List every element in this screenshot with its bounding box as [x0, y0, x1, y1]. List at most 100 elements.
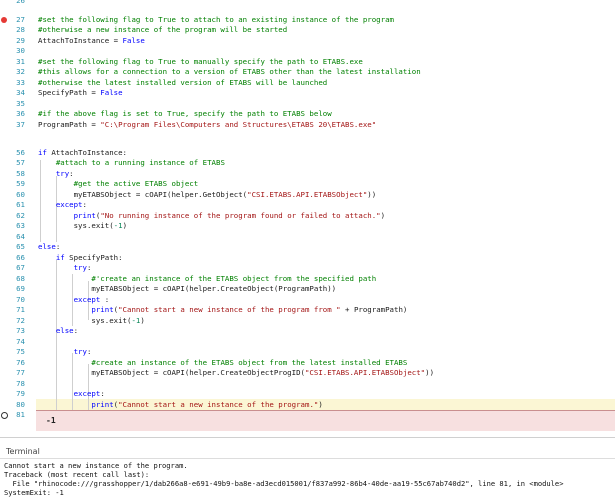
- code-line[interactable]: 75 try:: [0, 347, 615, 357]
- code-line[interactable]: 26: [0, 0, 615, 6]
- code-token: if: [38, 148, 47, 157]
- terminal-divider: [0, 458, 615, 459]
- code-token: ): [140, 316, 145, 325]
- code-line[interactable]: 80 print("Cannot start a new instance of…: [0, 400, 615, 410]
- line-number: 57: [16, 158, 25, 167]
- code-text: #set the following flag to True to manua…: [38, 57, 363, 67]
- code-line[interactable]: 72 sys.exit(-1): [0, 316, 615, 326]
- code-token: :: [100, 295, 110, 304]
- code-line[interactable]: 31 #set the following flag to True to man…: [0, 57, 615, 67]
- code-token: )): [367, 190, 377, 199]
- code-line[interactable]: 58 try:: [0, 169, 615, 179]
- code-line[interactable]: 36 #if the above flag is set to True, spe…: [0, 109, 615, 119]
- code-token: if: [55, 253, 65, 262]
- line-number: 61: [16, 200, 25, 209]
- code-token: #otherwise the latest installed version …: [38, 78, 328, 87]
- line-number: 34: [16, 88, 25, 97]
- line-number: 77: [16, 368, 25, 377]
- code-line[interactable]: 79 except:: [0, 389, 615, 399]
- code-text: AttachToInstance = False: [38, 36, 145, 46]
- code-line[interactable]: 63 sys.exit(-1): [0, 221, 615, 231]
- code-line[interactable]: 62 print("No running instance of the pro…: [0, 211, 615, 221]
- code-text: myETABSObject = cOAPI(helper.CreateObjec…: [38, 368, 434, 378]
- code-line[interactable]: 61 except:: [0, 200, 615, 210]
- code-line[interactable]: 78: [0, 379, 615, 389]
- code-text: print("Cannot start a new instance of th…: [38, 305, 407, 315]
- line-number: 26: [16, 0, 25, 5]
- code-token: "Cannot start a new instance of the prog…: [118, 400, 319, 409]
- line-number: 78: [16, 379, 25, 388]
- code-line[interactable]: 37 ProgramPath = "C:\Program Files\Comput…: [0, 120, 615, 130]
- code-line[interactable]: 32 #this allows for a connection to a ver…: [0, 67, 615, 77]
- code-text: myETABSObject = cOAPI(helper.CreateObjec…: [38, 284, 336, 294]
- code-token: :: [82, 200, 87, 209]
- code-line[interactable]: 60 myETABSObject = cOAPI(helper.GetObjec…: [0, 190, 615, 200]
- code-token: :: [69, 169, 74, 178]
- code-token: "C:\Program Files\Computers and Structur…: [100, 120, 377, 129]
- line-number: 31: [16, 57, 25, 66]
- code-line[interactable]: 57 #attach to a running instance of ETAB…: [0, 158, 615, 168]
- code-token: #set the following flag to True to manua…: [38, 57, 363, 66]
- code-line[interactable]: 77 myETABSObject = cOAPI(helper.CreateOb…: [0, 368, 615, 378]
- line-number: 36: [16, 109, 25, 118]
- code-line[interactable]: 73 else:: [0, 326, 615, 336]
- code-line[interactable]: 67 try:: [0, 263, 615, 273]
- code-line[interactable]: 70 except :: [0, 295, 615, 305]
- code-token: "CSI.ETABS.API.ETABSObject": [247, 190, 368, 199]
- code-token: + ProgramPath): [340, 305, 408, 314]
- line-number: 70: [16, 295, 25, 304]
- code-line[interactable]: 65 else:: [0, 242, 615, 252]
- code-line[interactable]: 66 if SpecifyPath:: [0, 253, 615, 263]
- line-number: 66: [16, 253, 25, 262]
- line-number: 63: [16, 221, 25, 230]
- code-line[interactable]: 29 AttachToInstance = False: [0, 36, 615, 46]
- code-line[interactable]: 28 #otherwise a new instance of the progr…: [0, 25, 615, 35]
- code-line[interactable]: 69 myETABSObject = cOAPI(helper.CreateOb…: [0, 284, 615, 294]
- terminal-panel[interactable]: Terminal Cannot start a new instance of …: [0, 437, 615, 501]
- code-token: #set the following flag to True to attac…: [38, 15, 394, 24]
- code-editor[interactable]: 26 27 #set the following flag to True to a…: [0, 0, 615, 436]
- code-token: )): [425, 368, 435, 377]
- code-line[interactable]: 34 SpecifyPath = False: [0, 88, 615, 98]
- line-number: 58: [16, 169, 25, 178]
- code-token: sys.exit(: [38, 316, 132, 325]
- terminal-tab[interactable]: Terminal: [6, 447, 40, 456]
- code-token: "CSI.ETABS.API.ETABSObject": [304, 368, 426, 377]
- code-token: ): [380, 211, 386, 220]
- code-token: myETABSObject = cOAPI(helper.GetObject(: [38, 190, 248, 199]
- code-line[interactable]: 76 #create an instance of the ETABS obje…: [0, 358, 615, 368]
- line-number: 71: [16, 305, 25, 314]
- code-line[interactable]: 35: [0, 99, 615, 109]
- code-text: except:: [38, 389, 105, 399]
- code-line[interactable]: 74: [0, 337, 615, 347]
- line-number: 74: [16, 337, 25, 346]
- code-token: ): [122, 221, 128, 230]
- code-line[interactable]: 71 print("Cannot start a new instance of…: [0, 305, 615, 315]
- code-line[interactable]: 56 if AttachToInstance:: [0, 148, 615, 158]
- code-line[interactable]: 33 #otherwise the latest installed versio…: [0, 78, 615, 88]
- code-line[interactable]: 59 #get the active ETABS object: [0, 179, 615, 189]
- code-line[interactable]: 68 #'create an instance of the ETABS obj…: [0, 274, 615, 284]
- line-number: 30: [16, 46, 25, 55]
- code-line[interactable]: 30: [0, 46, 615, 56]
- code-line[interactable]: 27 #set the following flag to True to att…: [0, 15, 615, 25]
- code-text: #create an instance of the ETABS object …: [38, 358, 407, 368]
- code-token: print: [91, 400, 114, 409]
- code-line[interactable]: 64: [0, 232, 615, 242]
- line-number: 68: [16, 274, 25, 283]
- error-peek-panel: -1: [36, 410, 615, 431]
- code-text: try:: [38, 263, 92, 273]
- code-token: :: [73, 326, 79, 335]
- line-number: 28: [16, 25, 25, 34]
